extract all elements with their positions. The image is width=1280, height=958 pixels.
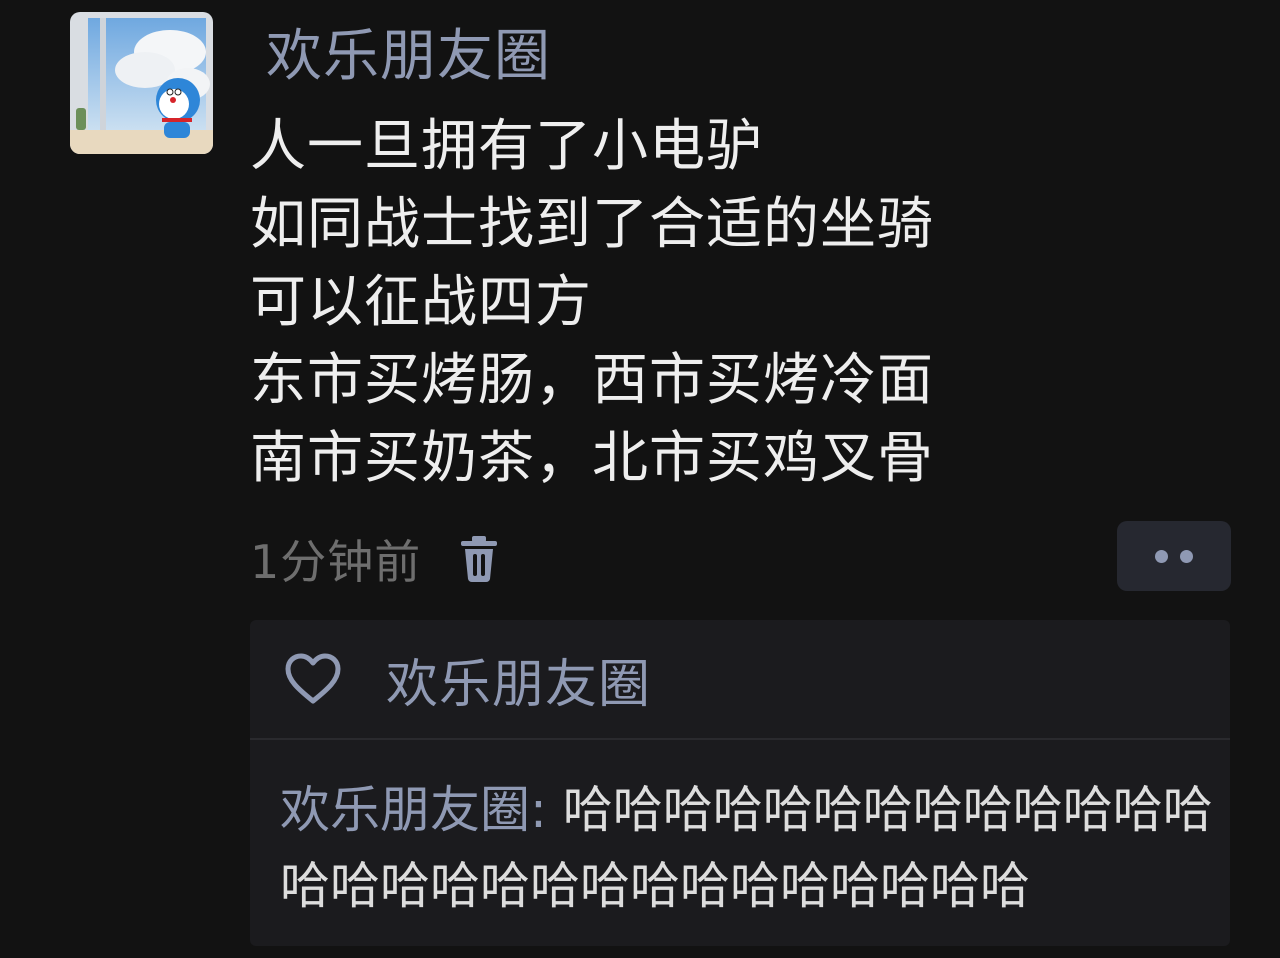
post-meta: 1分钟前: [250, 526, 499, 592]
post-line: 人一旦拥有了小电驴: [250, 114, 763, 179]
post-timestamp: 1分钟前: [250, 535, 422, 589]
more-dots-icon[interactable]: [1117, 521, 1231, 591]
comment[interactable]: 欢乐朋友圈: 哈哈哈哈哈哈哈哈哈哈哈哈哈哈哈哈哈哈哈哈哈哈哈哈哈哈哈哈: [280, 772, 1230, 924]
more-dot: [1155, 549, 1168, 563]
panel-divider: [250, 738, 1230, 740]
liker-name[interactable]: 欢乐朋友圈: [386, 642, 651, 717]
comment-author[interactable]: 欢乐朋友圈: [280, 781, 530, 839]
post-author-name[interactable]: 欢乐朋友圈: [266, 22, 551, 92]
heart-icon: [285, 653, 341, 704]
trash-icon[interactable]: [459, 535, 499, 583]
post-line: 如同战士找到了合适的坐骑: [250, 192, 934, 257]
post-text: 人一旦拥有了小电驴 如同战士找到了合适的坐骑 可以征战四方 东市买烤肠，西市买烤…: [250, 108, 1010, 498]
likes-comments-panel: 欢乐朋友圈 欢乐朋友圈: 哈哈哈哈哈哈哈哈哈哈哈哈哈哈哈哈哈哈哈哈哈哈哈哈哈哈哈…: [250, 620, 1230, 946]
comment-separator: :: [530, 781, 563, 839]
moments-post: 欢乐朋友圈 人一旦拥有了小电驴 如同战士找到了合适的坐骑 可以征战四方 东市买烤…: [0, 0, 1280, 958]
avatar-image: [70, 12, 213, 154]
avatar[interactable]: [70, 12, 213, 154]
post-line: 可以征战四方: [250, 270, 592, 335]
more-dot: [1180, 549, 1193, 563]
likes-row: 欢乐朋友圈: [250, 620, 1230, 738]
post-line: 东市买烤肠，西市买烤冷面: [250, 348, 934, 413]
post-line: 南市买奶茶，北市买鸡叉骨: [250, 426, 934, 491]
